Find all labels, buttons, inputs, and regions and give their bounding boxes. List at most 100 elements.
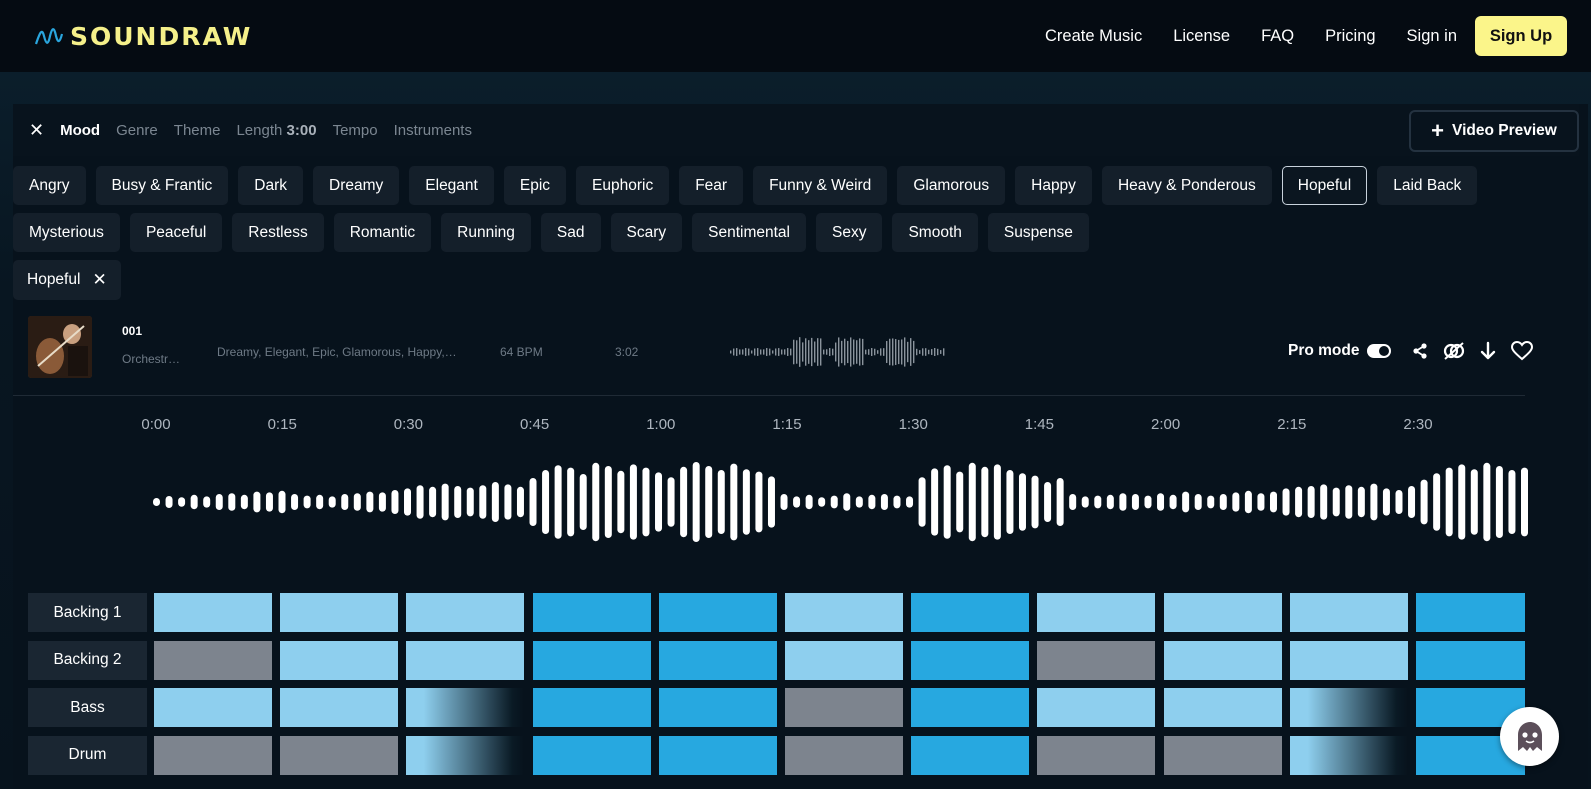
instrument-cell[interactable] <box>911 688 1030 727</box>
instrument-label[interactable]: Drum <box>28 735 147 775</box>
instrument-cell[interactable] <box>658 640 777 680</box>
video-preview-button[interactable]: + Video Preview <box>1409 110 1579 152</box>
mood-chip[interactable]: Busy & Frantic <box>95 166 229 205</box>
tab-instruments[interactable]: Instruments <box>394 122 472 139</box>
mood-chip[interactable]: Peaceful <box>129 213 223 252</box>
instrument-cell[interactable] <box>1037 640 1156 680</box>
mood-chip[interactable]: Fear <box>679 166 744 205</box>
track-row[interactable]: 001 Orchestr… Dreamy, Elegant, Epic, Gla… <box>13 308 1533 396</box>
mood-chip[interactable]: Restless <box>232 213 324 252</box>
chat-support-button[interactable] <box>1500 707 1559 766</box>
mood-chip[interactable]: Euphoric <box>576 166 670 205</box>
close-filters-icon[interactable]: ✕ <box>29 120 44 141</box>
instrument-cell[interactable] <box>1289 593 1408 632</box>
nav-create-music[interactable]: Create Music <box>1045 27 1142 46</box>
instrument-cell[interactable] <box>280 593 399 632</box>
instrument-cell[interactable] <box>785 735 903 775</box>
similar-tracks-icon[interactable] <box>1443 341 1465 361</box>
instrument-cell[interactable] <box>154 735 272 775</box>
mood-chip[interactable]: Hopeful <box>1281 166 1368 205</box>
logo[interactable]: SOUNDRAW <box>34 22 252 51</box>
instrument-label[interactable]: Bass <box>28 688 147 727</box>
instrument-cell[interactable] <box>658 735 777 775</box>
instrument-cell[interactable] <box>1289 688 1408 727</box>
mini-waveform-bar <box>838 337 840 367</box>
pro-mode-control[interactable]: Pro mode <box>1288 342 1392 360</box>
mood-chip[interactable]: Dreamy <box>313 166 400 205</box>
remove-filter-icon[interactable]: ✕ <box>92 270 106 290</box>
instrument-cell[interactable] <box>154 688 272 727</box>
instrument-cell[interactable] <box>911 593 1030 632</box>
mood-chip[interactable]: Dark <box>238 166 304 205</box>
instrument-cell[interactable] <box>1163 735 1282 775</box>
download-icon[interactable] <box>1479 341 1497 361</box>
instrument-cell[interactable] <box>154 593 272 632</box>
mood-chip[interactable]: Scary <box>610 213 683 252</box>
mood-chip[interactable]: Smooth <box>892 213 978 252</box>
instrument-cell[interactable] <box>406 735 525 775</box>
selected-filter-chip[interactable]: Hopeful ✕ <box>13 260 121 300</box>
instrument-cell[interactable] <box>532 593 651 632</box>
nav-license[interactable]: License <box>1173 27 1230 46</box>
instrument-cell[interactable] <box>1416 640 1525 680</box>
instrument-cell[interactable] <box>1289 640 1408 680</box>
timeline-ruler[interactable]: 0:00 0:15 0:30 0:45 1:00 1:15 1:30 1:45 2:00 2:15… <box>141 416 1541 436</box>
track-mini-waveform[interactable] <box>728 334 948 370</box>
tab-genre[interactable]: Genre <box>116 122 158 139</box>
instrument-cell[interactable] <box>785 688 903 727</box>
mood-chip[interactable]: Romantic <box>333 213 432 252</box>
instrument-cell[interactable] <box>1037 735 1156 775</box>
instrument-cell[interactable] <box>658 688 777 727</box>
instrument-cell[interactable] <box>532 688 651 727</box>
mood-chip[interactable]: Sexy <box>816 213 883 252</box>
sign-up-button[interactable]: Sign Up <box>1475 16 1567 56</box>
instrument-cell[interactable] <box>280 640 399 680</box>
instrument-label[interactable]: Backing 2 <box>28 640 147 680</box>
instrument-cell[interactable] <box>280 688 399 727</box>
mood-chip[interactable]: Elegant <box>409 166 494 205</box>
tab-tempo[interactable]: Tempo <box>333 122 378 139</box>
instrument-cell[interactable] <box>406 593 525 632</box>
instrument-cell[interactable] <box>785 593 903 632</box>
tab-length[interactable]: Length 3:00 <box>236 122 316 139</box>
favorite-heart-icon[interactable] <box>1511 341 1533 361</box>
instrument-cell[interactable] <box>911 640 1030 680</box>
instrument-cell[interactable] <box>1163 593 1282 632</box>
mood-chip[interactable]: Mysterious <box>13 213 120 252</box>
mood-chip[interactable]: Suspense <box>987 213 1089 252</box>
instrument-cell[interactable] <box>406 688 525 727</box>
instrument-cell[interactable] <box>1037 688 1156 727</box>
mood-chip[interactable]: Happy <box>1015 166 1092 205</box>
instrument-cell[interactable] <box>1037 593 1156 632</box>
nav-pricing[interactable]: Pricing <box>1325 27 1375 46</box>
mood-chip[interactable]: Funny & Weird <box>753 166 888 205</box>
mood-chip[interactable]: Sad <box>540 213 601 252</box>
instrument-cell[interactable] <box>1163 640 1282 680</box>
instrument-cell[interactable] <box>154 640 272 680</box>
tab-theme[interactable]: Theme <box>174 122 221 139</box>
mood-chip[interactable]: Heavy & Ponderous <box>1101 166 1272 205</box>
pro-mode-toggle[interactable] <box>1367 344 1392 358</box>
instrument-cell[interactable] <box>1289 735 1408 775</box>
mood-chip[interactable]: Glamorous <box>897 166 1006 205</box>
nav-sign-in[interactable]: Sign in <box>1407 27 1457 46</box>
instrument-cell[interactable] <box>911 735 1030 775</box>
mood-chip[interactable]: Running <box>441 213 531 252</box>
nav-faq[interactable]: FAQ <box>1261 27 1294 46</box>
mood-chip[interactable]: Laid Back <box>1377 166 1478 205</box>
instrument-cell[interactable] <box>280 735 399 775</box>
instrument-cell[interactable] <box>532 640 651 680</box>
mood-chip[interactable]: Angry <box>13 166 86 205</box>
instrument-cell[interactable] <box>1163 688 1282 727</box>
instrument-cell[interactable] <box>532 735 651 775</box>
instrument-label[interactable]: Backing 1 <box>28 593 147 632</box>
instrument-cell[interactable] <box>406 640 525 680</box>
tab-mood[interactable]: Mood <box>60 122 100 139</box>
instrument-cell[interactable] <box>658 593 777 632</box>
instrument-cell[interactable] <box>1416 593 1525 632</box>
main-waveform[interactable] <box>150 455 1530 550</box>
instrument-cell[interactable] <box>785 640 903 680</box>
mood-chip[interactable]: Epic <box>503 166 567 205</box>
share-icon[interactable] <box>1411 342 1429 360</box>
mood-chip[interactable]: Sentimental <box>692 213 806 252</box>
